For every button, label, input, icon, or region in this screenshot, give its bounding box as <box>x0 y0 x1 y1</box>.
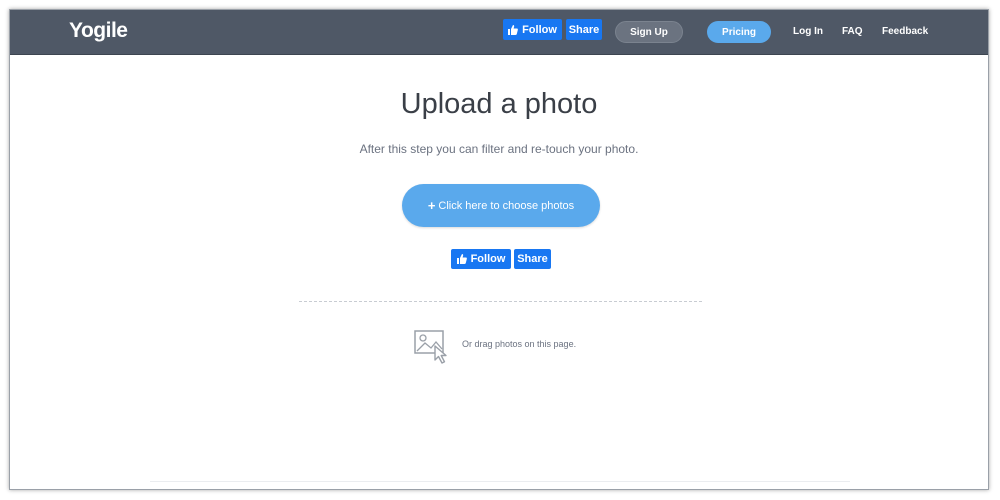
facebook-follow-button-main[interactable]: Follow <box>451 249 511 269</box>
signup-label: Sign Up <box>630 26 668 38</box>
thumbs-up-icon <box>508 24 518 35</box>
plus-icon: + <box>427 198 436 213</box>
feedback-link[interactable]: Feedback <box>882 26 928 37</box>
section-divider <box>299 301 702 302</box>
page-subtitle: After this step you can filter and re-to… <box>359 142 639 156</box>
signup-button[interactable]: Sign Up <box>615 21 683 43</box>
footer-divider <box>150 481 850 482</box>
facebook-share-button[interactable]: Share <box>566 19 602 40</box>
image-drag-icon <box>414 330 447 364</box>
top-navbar: Yogile Follow Share Sign Up Pricing Log … <box>10 10 988 55</box>
choose-photos-button[interactable]: + Click here to choose photos <box>402 184 600 227</box>
facebook-share-label: Share <box>517 253 548 265</box>
faq-link[interactable]: FAQ <box>842 26 863 37</box>
browser-frame: Yogile Follow Share Sign Up Pricing Log … <box>9 9 989 490</box>
login-link[interactable]: Log In <box>793 26 823 37</box>
pricing-label: Pricing <box>722 26 756 38</box>
facebook-share-label: Share <box>568 23 600 36</box>
page-title: Upload a photo <box>400 88 598 120</box>
choose-photos-label: Click here to choose photos <box>438 199 575 212</box>
pricing-button[interactable]: Pricing <box>707 21 771 43</box>
facebook-follow-button[interactable]: Follow <box>503 19 562 40</box>
drag-hint-text: Or drag photos on this page. <box>462 339 577 349</box>
thumbs-up-icon <box>456 254 467 264</box>
facebook-follow-label: Follow <box>470 253 506 265</box>
facebook-follow-label: Follow <box>522 23 557 36</box>
facebook-share-button-main[interactable]: Share <box>514 249 551 269</box>
logo[interactable]: Yogile <box>69 19 128 43</box>
